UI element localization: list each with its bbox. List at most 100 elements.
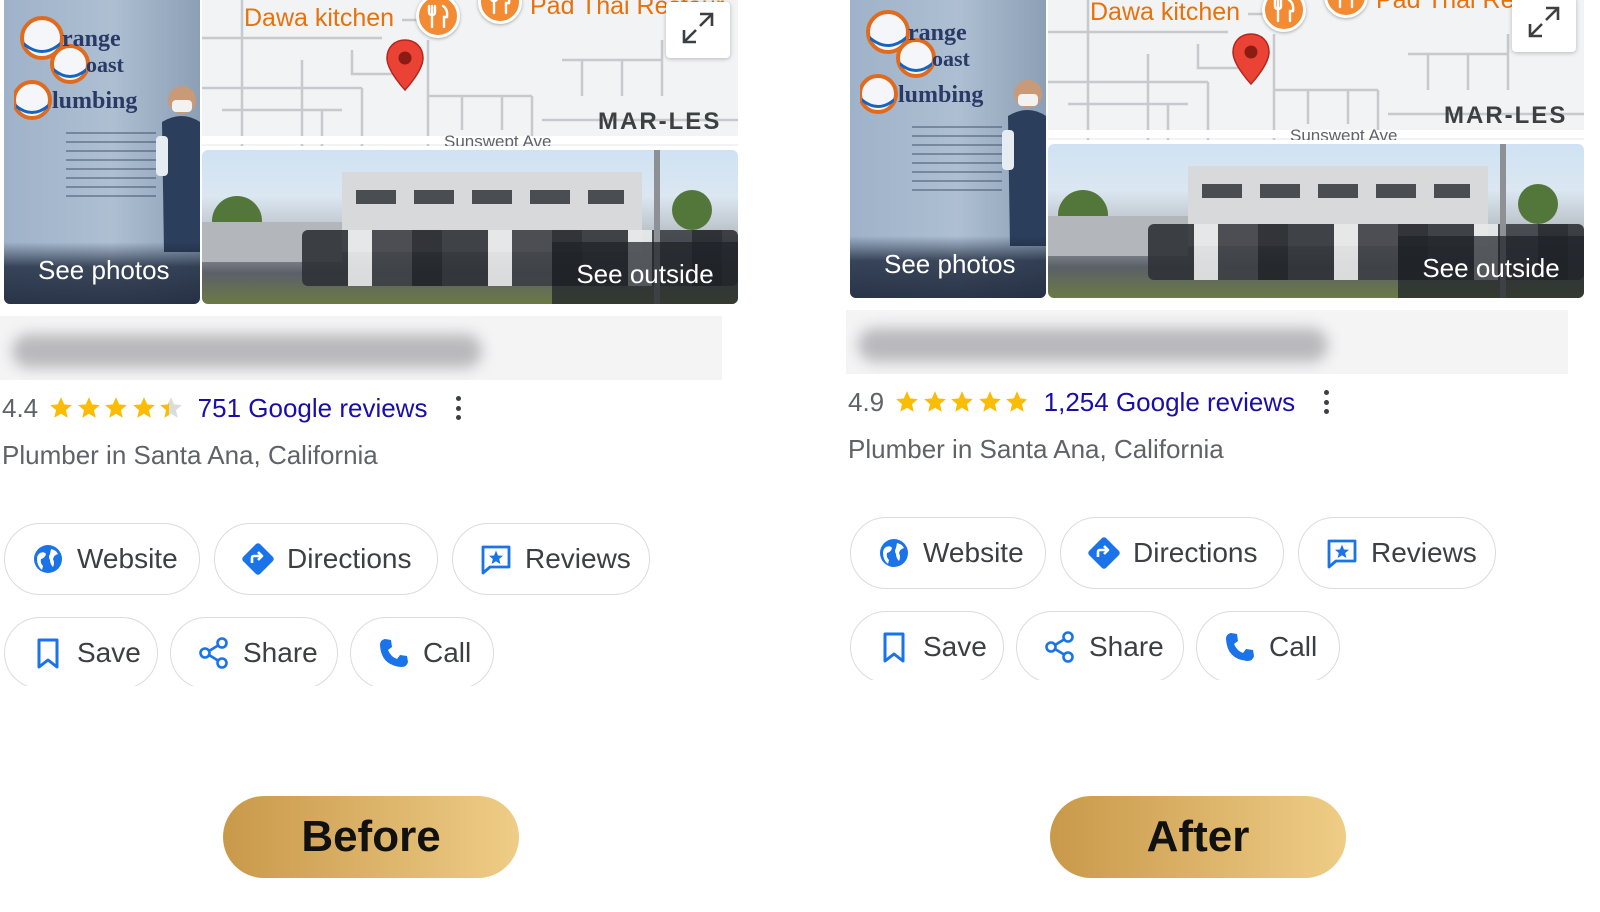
bookmark-icon (883, 632, 905, 663)
google-reviews-link[interactable]: 751 Google reviews (198, 393, 428, 424)
map-pin-icon[interactable] (384, 38, 426, 94)
before-label: Before (301, 812, 441, 861)
business-panel-after: range oast lumbing See photos Dawa kitch… (846, 0, 1600, 906)
after-label: After (1146, 812, 1250, 861)
truck-service-list (66, 132, 156, 202)
see-outside-label[interactable]: See outside (1398, 236, 1584, 298)
star-icon (77, 397, 100, 418)
star-rating (894, 389, 1032, 415)
more-vertical-icon[interactable] (453, 394, 463, 422)
call-button[interactable]: Call (1196, 611, 1340, 683)
business-category: Plumber in Santa Ana, California (2, 440, 378, 470)
share-icon (1045, 631, 1074, 663)
fork-knife-icon (490, 0, 511, 15)
truck-logo-image: range oast lumbing (860, 10, 983, 114)
business-name-redacted (0, 316, 722, 380)
business-category: Plumber in Santa Ana, California (848, 434, 1224, 464)
share-button[interactable]: Share (170, 617, 338, 689)
street-view-photo[interactable]: See outside (1048, 144, 1584, 298)
restaurant-pin[interactable] (478, 0, 522, 24)
fork-knife-icon (427, 4, 449, 29)
phone-icon (380, 639, 408, 667)
fork-knife-icon (1273, 0, 1295, 23)
google-reviews-link[interactable]: 1,254 Google reviews (1044, 387, 1295, 418)
share-label: Share (243, 637, 318, 668)
map-label-area: MAR-LES (1444, 102, 1568, 129)
website-label: Website (77, 543, 178, 574)
fork-knife-icon (1338, 0, 1354, 9)
restaurant-pin[interactable] (416, 0, 460, 38)
share-icon (199, 637, 228, 669)
see-outside-label[interactable]: See outside (552, 242, 738, 304)
reviews-button[interactable]: Reviews (1298, 517, 1496, 589)
business-panel-before: range oast lumbing See photos Dawa kitch… (0, 0, 760, 912)
truck-service-list (912, 126, 1002, 196)
expand-map-icon (1528, 6, 1560, 38)
truck-text-1: range (62, 26, 121, 52)
business-name-redacted (846, 310, 1568, 374)
street-view-photo[interactable]: See outside (202, 150, 738, 304)
rating-row: 4.4 751 Google reviews (2, 392, 463, 424)
reviews-label: Reviews (525, 543, 631, 574)
reviews-button[interactable]: Reviews (452, 523, 650, 595)
expand-map-button[interactable] (666, 2, 730, 58)
share-button[interactable]: Share (1016, 611, 1184, 683)
directions-button[interactable]: Directions (1060, 517, 1284, 589)
expand-map-button[interactable] (1512, 0, 1576, 52)
directions-label: Directions (287, 543, 412, 574)
see-outside-text: See outside (576, 259, 714, 289)
share-label: Share (1089, 631, 1164, 662)
website-label: Website (923, 537, 1024, 568)
rating-row: 4.9 1,254 Google reviews (848, 386, 1331, 418)
star-icon (160, 397, 182, 418)
map-label-street: Sunswept Ave (1290, 126, 1398, 140)
directions-diamond-icon (242, 543, 274, 575)
map-label-street: Sunswept Ave (444, 132, 552, 146)
website-button[interactable]: Website (4, 523, 200, 595)
worker-figure (1002, 80, 1046, 246)
crop-edge (846, 680, 1600, 696)
directions-label: Directions (1133, 537, 1258, 568)
star-icon (923, 391, 946, 412)
see-photos-text: See photos (884, 249, 1016, 279)
see-photos-label[interactable]: See photos (4, 242, 200, 304)
see-outside-text: See outside (1422, 253, 1560, 283)
save-button[interactable]: Save (850, 611, 1004, 683)
directions-button[interactable]: Directions (214, 523, 438, 595)
see-photos-text: See photos (38, 255, 170, 285)
star-icon (105, 397, 127, 418)
truck-text-2: oast (86, 52, 125, 77)
expand-map-icon (682, 12, 714, 44)
map-preview[interactable]: Dawa kitchen Pad Thai Restaur MAR-LES Su… (202, 0, 738, 146)
save-label: Save (77, 637, 141, 668)
restaurant-pin[interactable] (1262, 0, 1306, 32)
website-button[interactable]: Website (850, 517, 1046, 589)
call-button[interactable]: Call (350, 617, 494, 689)
truck-text-1: range (908, 20, 967, 46)
map-label-dawa-kitchen: Dawa kitchen (1090, 0, 1241, 26)
truck-logo-image: range oast lumbing (14, 16, 137, 120)
truck-text-3: lumbing (52, 88, 137, 114)
rating-value: 4.4 (2, 392, 39, 423)
reviews-label: Reviews (1371, 537, 1477, 568)
map-label-dawa-kitchen: Dawa kitchen (244, 4, 395, 32)
review-star-bubble-icon (481, 545, 511, 575)
phone-icon (1226, 633, 1254, 661)
map-preview[interactable]: Dawa kitchen Pad Thai Restaur MAR-LES Su… (1048, 0, 1584, 140)
more-vertical-icon[interactable] (1321, 388, 1331, 416)
rating-value: 4.9 (848, 386, 885, 417)
save-button[interactable]: Save (4, 617, 158, 689)
globe-icon (880, 539, 908, 567)
star-icon (132, 397, 155, 418)
see-photos-label[interactable]: See photos (850, 236, 1046, 298)
bookmark-icon (37, 638, 59, 669)
globe-icon (34, 545, 62, 573)
business-photo[interactable]: range oast lumbing See photos (4, 0, 200, 304)
map-pin-icon[interactable] (1230, 32, 1272, 88)
star-icon (50, 397, 72, 418)
business-photo[interactable]: range oast lumbing See photos (850, 0, 1046, 298)
star-icon (978, 391, 1001, 412)
save-label: Save (923, 631, 987, 662)
star-rating (48, 395, 186, 421)
review-star-bubble-icon (1327, 539, 1357, 569)
